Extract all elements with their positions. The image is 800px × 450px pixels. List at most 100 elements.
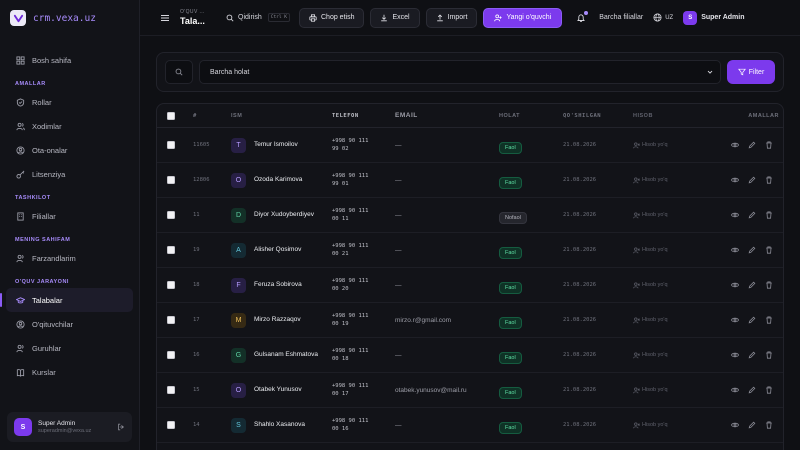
row-checkbox[interactable] [167,246,175,254]
menu-icon[interactable] [158,11,172,25]
sidebar-item-home[interactable]: Bosh sahifa [0,48,139,72]
filter-button[interactable]: Filter [727,60,775,84]
col-status: HOLAT [499,112,521,119]
add-student-button[interactable]: Yangi o'quvchi [483,7,563,28]
branch-selector[interactable]: Barcha filiallar [599,14,643,21]
trash-icon[interactable] [765,316,773,324]
student-name[interactable]: Ozoda Karimova [254,176,302,184]
notification-dot [584,10,589,15]
student-name[interactable]: Temur Ismoilov [254,141,298,149]
trash-icon[interactable] [765,421,773,429]
user-card[interactable]: S Super Admin superadmin@vexa.uz [7,412,132,442]
select-all-checkbox[interactable] [167,111,175,120]
eye-icon[interactable] [731,176,739,184]
edit-icon[interactable] [748,246,756,254]
filter-search-button[interactable] [165,60,193,84]
grid-icon [16,55,25,65]
trash-icon[interactable] [765,141,773,149]
account-status: Hisob yo'q [633,351,703,359]
status-select[interactable]: Barcha holat [199,60,721,84]
student-name[interactable]: Alisher Qosimov [254,246,301,254]
student-name[interactable]: Mirzo Razzaqov [254,316,301,324]
sidebar-item-litsenziya[interactable]: Litsenziya [0,162,139,186]
notifications-button[interactable] [574,10,589,25]
col-name[interactable]: ISM [231,113,332,119]
trash-icon[interactable] [765,246,773,254]
sidebar-item-filiallar[interactable]: Filiallar [0,204,139,228]
avatar: D [231,207,246,223]
eye-icon[interactable] [731,141,739,149]
table-row[interactable]: 19 A Alisher Qosimov +998 90 111 00 21 — … [157,233,783,268]
edit-icon[interactable] [748,141,756,149]
language-selector[interactable]: UZ [653,13,673,22]
eye-icon[interactable] [731,316,739,324]
sidebar-item-rollar[interactable]: Rollar [0,90,139,114]
student-email: — [395,421,402,429]
sidebar-item-kurslar[interactable]: Kurslar [0,360,139,384]
row-checkbox[interactable] [167,421,175,429]
row-checkbox[interactable] [167,316,175,324]
table-row[interactable]: 11605 T Temur Ismoilov +998 90 111 99 02 … [157,128,783,163]
excel-button[interactable]: Excel [370,7,420,28]
sidebar-item-talabalar[interactable]: Talabalar [0,288,133,312]
student-name[interactable]: Otabek Yunusov [254,386,302,394]
trash-icon[interactable] [765,176,773,184]
row-checkbox[interactable] [167,176,175,184]
row-checkbox[interactable] [167,281,175,289]
row-checkbox[interactable] [167,211,175,219]
table-row[interactable]: 18 F Feruza Sobirova +998 90 111 00 20 — … [157,268,783,303]
trash-icon[interactable] [765,211,773,219]
import-button[interactable]: Import [425,7,478,28]
edit-icon[interactable] [748,211,756,219]
brand[interactable]: crm.vexa.uz [0,0,139,36]
student-name[interactable]: Diyor Xudoyberdiyev [254,211,314,219]
trash-icon[interactable] [765,351,773,359]
table-row[interactable]: 15 O Otabek Yunusov +998 90 111 00 17 ota… [157,373,783,408]
student-name[interactable]: Gulsanam Eshmatova [254,351,318,359]
edit-icon[interactable] [748,281,756,289]
table-row[interactable]: 16 G Gulsanam Eshmatova +998 90 111 00 18… [157,338,783,373]
filter-label: Filter [748,68,765,76]
student-phone: +998 90 111 00 16 [332,418,369,432]
table-row[interactable]: 11 D Diyor Xudoyberdiyev +998 90 111 00 1… [157,198,783,233]
student-name[interactable]: Shahlo Xasanova [254,421,305,429]
sidebar-item-xodimlar[interactable]: Xodimlar [0,114,139,138]
funnel-icon [737,68,746,76]
chevron-down-icon [707,70,713,74]
trash-icon[interactable] [765,386,773,394]
trash-icon[interactable] [765,281,773,289]
table-row[interactable]: 17 M Mirzo Razzaqov +998 90 111 00 19 mir… [157,303,783,338]
print-button[interactable]: Chop etish [299,7,365,28]
search-button[interactable]: Qidirish Ctrl K [226,13,290,22]
student-email: — [395,351,402,359]
col-joined[interactable]: QO'SHILGAN [563,113,633,119]
edit-icon[interactable] [748,351,756,359]
row-checkbox[interactable] [167,141,175,149]
edit-icon[interactable] [748,421,756,429]
sidebar-item-oqituvchilar[interactable]: O'qituvchilar [0,312,139,336]
edit-icon[interactable] [748,176,756,184]
row-checkbox[interactable] [167,351,175,359]
edit-icon[interactable] [748,316,756,324]
eye-icon[interactable] [731,351,739,359]
user-x-icon [633,246,640,253]
eye-icon[interactable] [731,421,739,429]
table-row[interactable]: 14 S Shahlo Xasanova +998 90 111 00 16 — … [157,408,783,443]
eye-icon[interactable] [731,211,739,219]
table-row[interactable]: 12806 O Ozoda Karimova +998 90 111 99 01 … [157,163,783,198]
edit-icon[interactable] [748,386,756,394]
eye-icon[interactable] [731,281,739,289]
breadcrumb-parent[interactable]: O'QUV ... [180,9,212,15]
sidebar-item-farzandlarim[interactable]: Farzandlarim [0,246,139,270]
student-name[interactable]: Feruza Sobirova [254,281,302,289]
eye-icon[interactable] [731,386,739,394]
col-phone: TELEFON [332,112,359,119]
logout-icon[interactable] [117,423,125,431]
eye-icon[interactable] [731,246,739,254]
sidebar-item-guruhlar[interactable]: Guruhlar [0,336,139,360]
avatar: O [231,382,246,398]
row-checkbox[interactable] [167,386,175,394]
sidebar-item-ota-onalar[interactable]: Ota-onalar [0,138,139,162]
sidebar-item-label: Filiallar [32,211,56,221]
user-menu[interactable]: S Super Admin [683,10,745,25]
